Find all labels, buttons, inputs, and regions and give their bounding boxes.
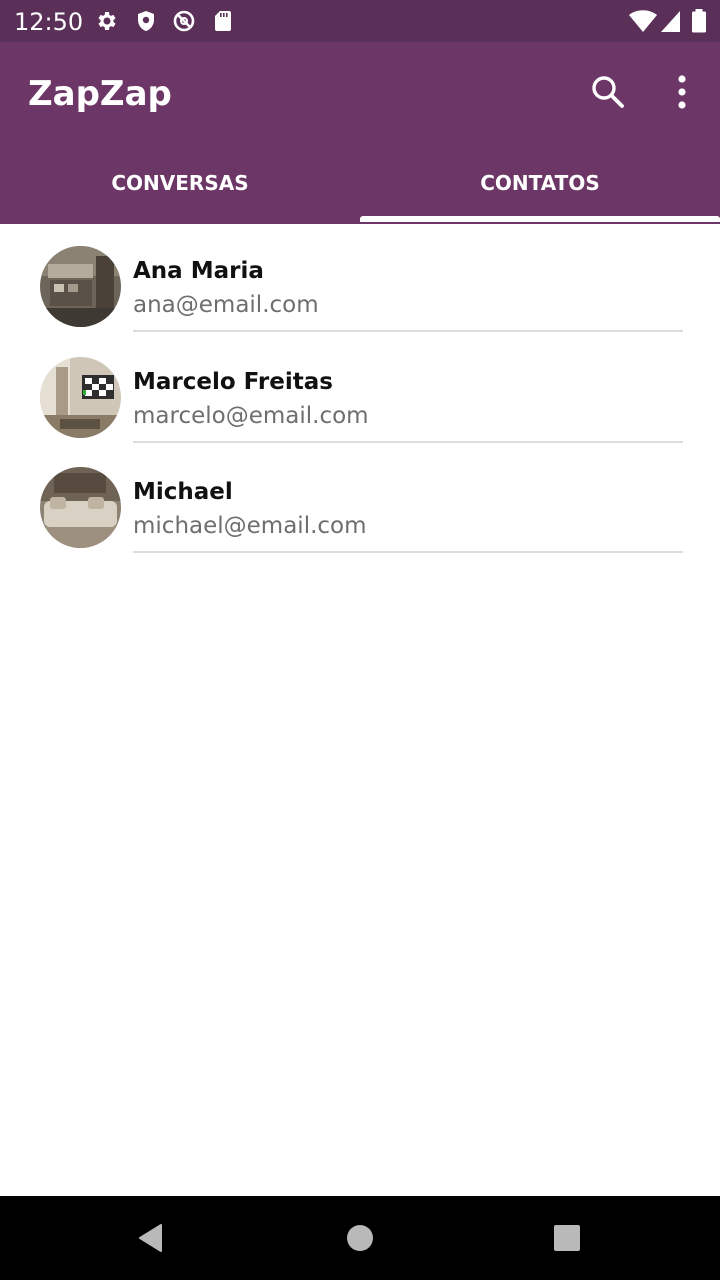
contact-list: Ana Maria ana@email.com Marcelo Freitas <box>0 224 720 556</box>
more-vert-icon[interactable] <box>658 68 706 116</box>
list-item[interactable]: Marcelo Freitas marcelo@email.com <box>0 335 720 446</box>
tab-conversas[interactable]: CONVERSAS <box>0 142 360 224</box>
tab-contatos[interactable]: CONTATOS <box>360 142 720 224</box>
cell-signal-icon <box>661 11 680 32</box>
contact-name: Marcelo Freitas <box>133 368 333 395</box>
list-item[interactable]: Michael michael@email.com <box>0 445 720 556</box>
no-sync-icon <box>173 10 195 32</box>
divider <box>133 440 683 443</box>
navigation-bar <box>0 1196 720 1280</box>
sd-card-icon <box>215 11 231 31</box>
avatar <box>40 246 121 327</box>
contact-email: ana@email.com <box>133 292 319 318</box>
list-item[interactable]: Ana Maria ana@email.com <box>0 224 720 335</box>
contact-name: Ana Maria <box>133 258 264 284</box>
wifi-icon <box>629 10 657 32</box>
contact-email: michael@email.com <box>133 513 367 539</box>
tab-indicator <box>360 216 720 222</box>
gear-icon <box>98 12 116 30</box>
recents-icon[interactable] <box>547 1218 587 1258</box>
divider <box>133 551 683 553</box>
search-icon[interactable] <box>583 68 631 116</box>
tab-conversas-label: CONVERSAS <box>111 171 249 195</box>
divider <box>133 330 683 332</box>
app-title: ZapZap <box>28 74 172 114</box>
tab-contatos-label: CONTATOS <box>480 171 600 195</box>
status-time: 12:50 <box>14 8 84 36</box>
back-icon[interactable] <box>131 1218 171 1258</box>
app-bar: ZapZap CONVERSAS CONTATOS <box>0 42 720 224</box>
contact-email: marcelo@email.com <box>133 402 369 429</box>
avatar <box>40 356 121 438</box>
shield-icon <box>138 11 154 31</box>
battery-icon <box>692 9 706 33</box>
tab-bar: CONVERSAS CONTATOS <box>0 142 720 224</box>
contact-name: Michael <box>133 479 233 505</box>
status-bar: 12:50 <box>0 0 720 42</box>
home-icon[interactable] <box>340 1218 380 1258</box>
avatar <box>40 467 121 548</box>
